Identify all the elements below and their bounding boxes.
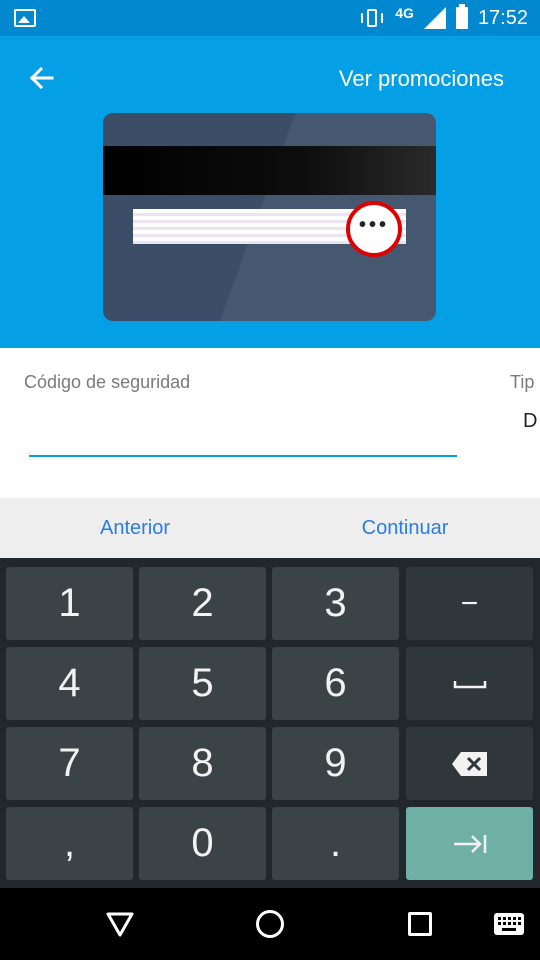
system-back-button[interactable] xyxy=(100,906,140,942)
image-notification-icon xyxy=(14,9,36,27)
clock: 17:52 xyxy=(477,6,528,29)
key-space[interactable] xyxy=(406,647,533,720)
key-2[interactable]: 2 xyxy=(139,567,266,640)
key-next[interactable] xyxy=(406,807,533,880)
key-5[interactable]: 5 xyxy=(139,647,266,720)
arrow-left-icon xyxy=(29,66,54,90)
key-period[interactable]: . xyxy=(272,807,399,880)
keyboard-switch-button[interactable] xyxy=(489,906,529,942)
document-type-label: Tip xyxy=(510,372,535,392)
system-navigation-bar xyxy=(0,888,540,960)
key-8[interactable]: 8 xyxy=(139,727,266,800)
key-6[interactable]: 6 xyxy=(272,647,399,720)
cvv-highlight-circle: ••• xyxy=(346,201,402,257)
home-circle-icon xyxy=(256,910,284,938)
key-1[interactable]: 1 xyxy=(6,567,133,640)
card-back-illustration: ••• xyxy=(103,113,436,321)
promotions-link[interactable]: Ver promociones xyxy=(339,66,504,92)
system-home-button[interactable] xyxy=(250,906,290,942)
key-minus[interactable]: − xyxy=(406,567,533,640)
recents-square-icon xyxy=(408,912,432,936)
key-3[interactable]: 3 xyxy=(272,567,399,640)
continue-button[interactable]: Continuar xyxy=(270,498,540,558)
key-7[interactable]: 7 xyxy=(6,727,133,800)
key-9[interactable]: 9 xyxy=(272,727,399,800)
numeric-keyboard: 1 2 3 − 4 5 6 7 8 9 , 0 . xyxy=(0,558,540,888)
network-type: 4G xyxy=(395,5,414,21)
back-triangle-icon xyxy=(106,912,134,937)
signal-icon xyxy=(423,7,446,29)
card-form: Código de seguridad Tip D xyxy=(0,348,540,498)
backspace-icon xyxy=(451,751,487,776)
document-type-value[interactable]: D xyxy=(523,410,537,433)
cvv-dots: ••• xyxy=(358,213,389,236)
vibrate-icon xyxy=(359,8,385,28)
status-icons: 4G 17:52 xyxy=(359,0,528,36)
previous-button[interactable]: Anterior xyxy=(0,498,270,558)
security-code-input[interactable] xyxy=(29,402,457,457)
magnetic-stripe xyxy=(103,146,436,195)
system-recents-button[interactable] xyxy=(400,906,440,942)
key-comma[interactable]: , xyxy=(6,807,133,880)
security-code-label: Código de seguridad xyxy=(24,372,191,392)
form-navigation: Anterior Continuar xyxy=(0,498,540,558)
keyboard-icon xyxy=(494,913,524,935)
app-header: Ver promociones ••• xyxy=(0,36,540,348)
battery-icon xyxy=(455,4,468,29)
back-button[interactable] xyxy=(26,62,58,94)
key-4[interactable]: 4 xyxy=(6,647,133,720)
key-backspace[interactable] xyxy=(406,727,533,800)
status-bar: 4G 17:52 xyxy=(0,0,540,36)
tab-next-icon xyxy=(453,834,486,853)
space-icon xyxy=(453,680,486,688)
key-0[interactable]: 0 xyxy=(139,807,266,880)
